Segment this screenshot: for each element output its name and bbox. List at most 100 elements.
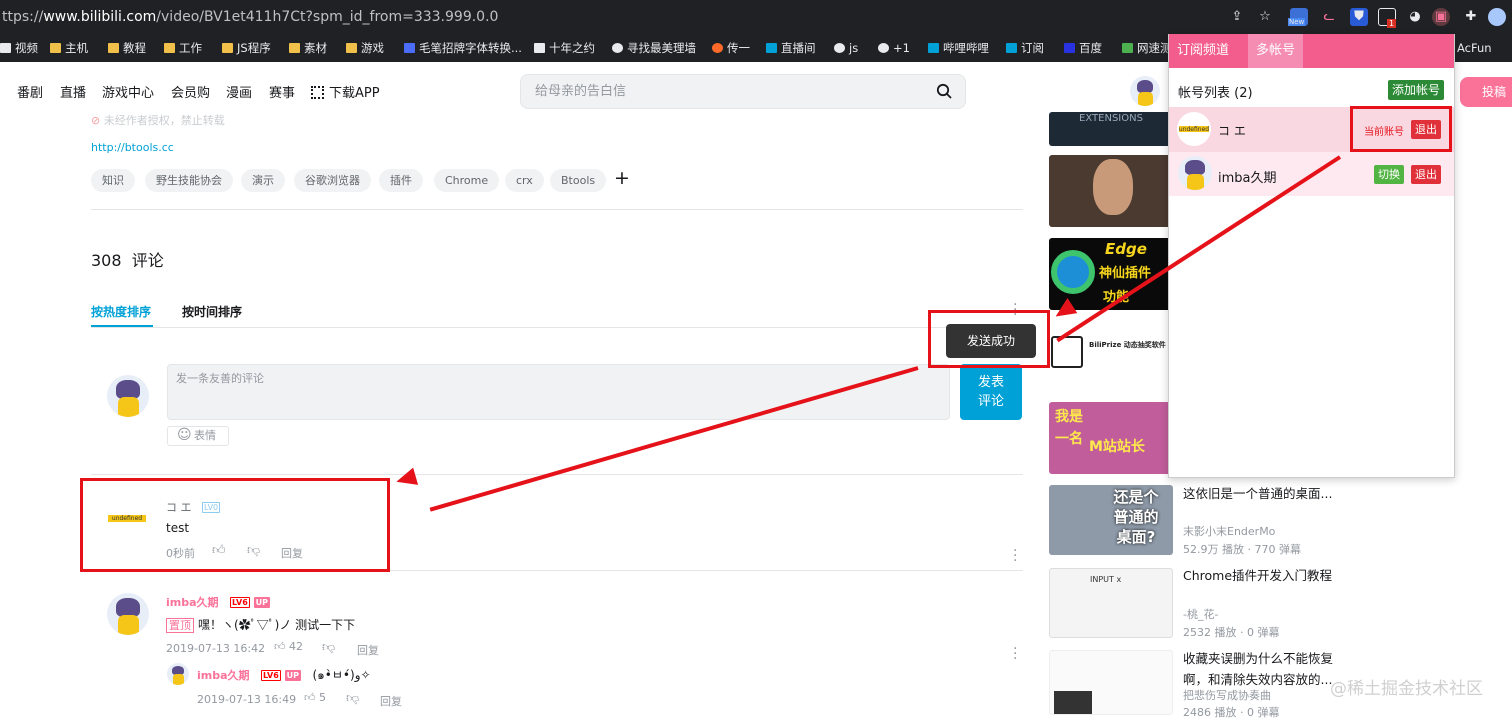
video-thumbnail[interactable] <box>1049 650 1173 715</box>
rec-author[interactable]: 末影小末EnderMo <box>1183 523 1275 539</box>
annotation-box <box>928 310 1050 368</box>
bookmark-item[interactable]: js <box>834 40 858 56</box>
star-icon[interactable]: ☆ <box>1256 8 1274 26</box>
tag-item[interactable]: Btools <box>550 169 607 192</box>
bookmark-item[interactable]: 直播间 <box>766 40 816 56</box>
logout-button[interactable]: 退出 <box>1411 165 1441 184</box>
rec-video-title[interactable]: 这依旧是一个普通的桌面... <box>1183 483 1343 504</box>
bookmark-item[interactable]: 传一 <box>712 40 750 56</box>
bookmark-item[interactable]: AcFun <box>1457 40 1492 56</box>
bookmark-item[interactable]: 寻找最美理墙 <box>612 40 696 56</box>
reply-button[interactable]: 回复 <box>357 642 379 658</box>
bookmark-item[interactable]: 工作 <box>164 40 202 56</box>
share-icon[interactable]: ⇪ <box>1228 8 1246 26</box>
bookmark-item[interactable]: 订阅 <box>1006 40 1044 56</box>
video-thumbnail[interactable]: 还是个 普通的 桌面? <box>1049 485 1173 555</box>
more-options-icon[interactable]: · · · <box>1013 544 1017 568</box>
add-tag-icon[interactable]: + <box>614 167 630 189</box>
video-thumbnail[interactable] <box>1049 155 1173 227</box>
bookmark-item[interactable]: 网速测 <box>1122 40 1172 56</box>
more-options-icon[interactable]: · · · <box>1013 642 1017 666</box>
level-badge: LV6 <box>230 597 250 608</box>
tag-item[interactable]: Chrome <box>434 169 500 192</box>
bookmark-item[interactable]: 视频 <box>0 40 38 56</box>
reply-button[interactable]: 回复 <box>380 693 402 709</box>
bilibili-helper-icon[interactable]: ▣ <box>1432 8 1450 26</box>
extension-new-icon[interactable]: New <box>1288 8 1308 26</box>
person-face <box>1093 159 1133 215</box>
bookmark-item[interactable]: 主机 <box>50 40 88 56</box>
dislike-icon[interactable]: 👎︎ <box>322 640 335 655</box>
download-app-link[interactable]: 下载APP <box>311 82 380 101</box>
tab-multi-account[interactable]: 多帐号 <box>1248 34 1304 68</box>
edge-logo-icon <box>1051 250 1095 294</box>
search-input[interactable]: 给母亲的告白信 <box>520 74 966 109</box>
shield-extension-icon[interactable]: ⛊ <box>1350 8 1368 26</box>
rec-author[interactable]: 把悲伤写成协奏曲 <box>1183 687 1271 703</box>
header-avatar[interactable] <box>1130 76 1160 106</box>
rec-stats: 2532 播放 · 0 弹幕 <box>1183 626 1280 639</box>
user-avatar <box>167 663 189 685</box>
nav-item[interactable]: 番剧 <box>17 82 43 101</box>
upload-button[interactable]: 投稿 <box>1460 77 1512 107</box>
bookmark-item[interactable]: 素材 <box>289 40 327 56</box>
account-avatar <box>1178 156 1212 190</box>
bookmark-item[interactable]: +1 <box>878 40 910 56</box>
url-prefix: ttps:// <box>2 9 44 25</box>
bookmark-icon <box>534 43 545 53</box>
nav-item[interactable]: 直播 <box>60 82 86 101</box>
video-link[interactable]: http://btools.cc <box>91 141 174 154</box>
cat-extension-icon[interactable]: ᓚ <box>1320 8 1338 26</box>
bot-extension-icon[interactable]: ◕ <box>1406 8 1424 26</box>
bookmark-item[interactable]: JS程序 <box>222 40 271 56</box>
nav-item[interactable]: 游戏中心 <box>102 82 154 101</box>
search-icon[interactable] <box>936 83 952 99</box>
puzzle-icon[interactable]: ✚ <box>1462 8 1480 26</box>
bookmark-item[interactable]: 毛笔招牌字体转换... <box>404 40 522 56</box>
emoji-button[interactable]: 表情 <box>167 426 229 446</box>
reply-username[interactable]: imba久期 LV6 UP (๑•̀ㅂ•́)و✧ <box>197 666 371 685</box>
tag-item[interactable]: crx <box>505 169 544 192</box>
address-bar[interactable]: ttps://www.bilibili.com/video/BV1et411h7… <box>0 0 1512 34</box>
tv-icon <box>1006 43 1017 53</box>
warning-icon: ⊘ <box>91 114 104 127</box>
bookmark-item[interactable]: 游戏 <box>346 40 384 56</box>
switch-account-button[interactable]: 切换 <box>1374 165 1404 184</box>
video-thumbnail[interactable]: 我是 一名 M站站长 <box>1049 402 1173 474</box>
tab-subscribe[interactable]: 订阅频道 <box>1169 34 1237 68</box>
nav-item[interactable]: 漫画 <box>226 82 252 101</box>
bookmark-item[interactable]: 哔哩哔哩 <box>928 40 989 56</box>
tag-item[interactable]: 插件 <box>379 169 423 192</box>
sort-time-tab[interactable]: 按时间排序 <box>182 303 242 320</box>
comment-text: 置顶 嘿！ヽ(✿ﾟ▽ﾟ)ノ 测试一下下 <box>166 616 355 633</box>
tag-item[interactable]: 知识 <box>91 169 135 192</box>
extension-badge-icon[interactable]: 1 <box>1378 8 1397 28</box>
add-account-button[interactable]: 添加帐号 <box>1388 80 1445 100</box>
comment-username[interactable]: imba久期 LV6 UP <box>166 594 270 610</box>
user-avatar <box>107 593 149 635</box>
bookmark-item[interactable]: 百度 <box>1064 40 1102 56</box>
tv-icon <box>928 43 939 53</box>
dislike-icon[interactable]: 👎︎ <box>346 691 359 706</box>
rec-video-title[interactable]: Chrome插件开发入门教程 <box>1183 565 1343 586</box>
tag-item[interactable]: 野生技能协会 <box>145 169 233 192</box>
qrcode-icon <box>311 86 324 99</box>
nav-item[interactable]: 会员购 <box>171 82 210 101</box>
like-button[interactable]: 👍︎ 5 <box>304 691 326 704</box>
folder-icon <box>289 43 300 53</box>
bookmark-item[interactable]: 十年之约 <box>534 40 595 56</box>
profile-icon[interactable] <box>1488 8 1506 26</box>
video-thumbnail[interactable]: INPUT x <box>1049 568 1173 638</box>
nav-item[interactable]: 赛事 <box>269 82 295 101</box>
rec-author[interactable]: -桃_花- <box>1183 606 1218 622</box>
comment-time: 2019-07-13 16:49 <box>197 693 297 706</box>
post-comment-button[interactable]: 发表 评论 <box>960 364 1022 420</box>
tag-item[interactable]: 谷歌浏览器 <box>294 169 371 192</box>
sort-hot-tab[interactable]: 按热度排序 <box>91 303 151 320</box>
tag-item[interactable]: 演示 <box>241 169 285 192</box>
rec-video-title[interactable]: 收藏夹误删为什么不能恢复啊，和清除失效内容放的... <box>1183 648 1333 690</box>
like-button[interactable]: 👍︎ 42 <box>274 640 303 653</box>
bookmark-item[interactable]: 教程 <box>108 40 146 56</box>
annotation-box <box>1350 106 1452 152</box>
video-thumbnail[interactable]: EXTENSIONS <box>1049 112 1173 146</box>
